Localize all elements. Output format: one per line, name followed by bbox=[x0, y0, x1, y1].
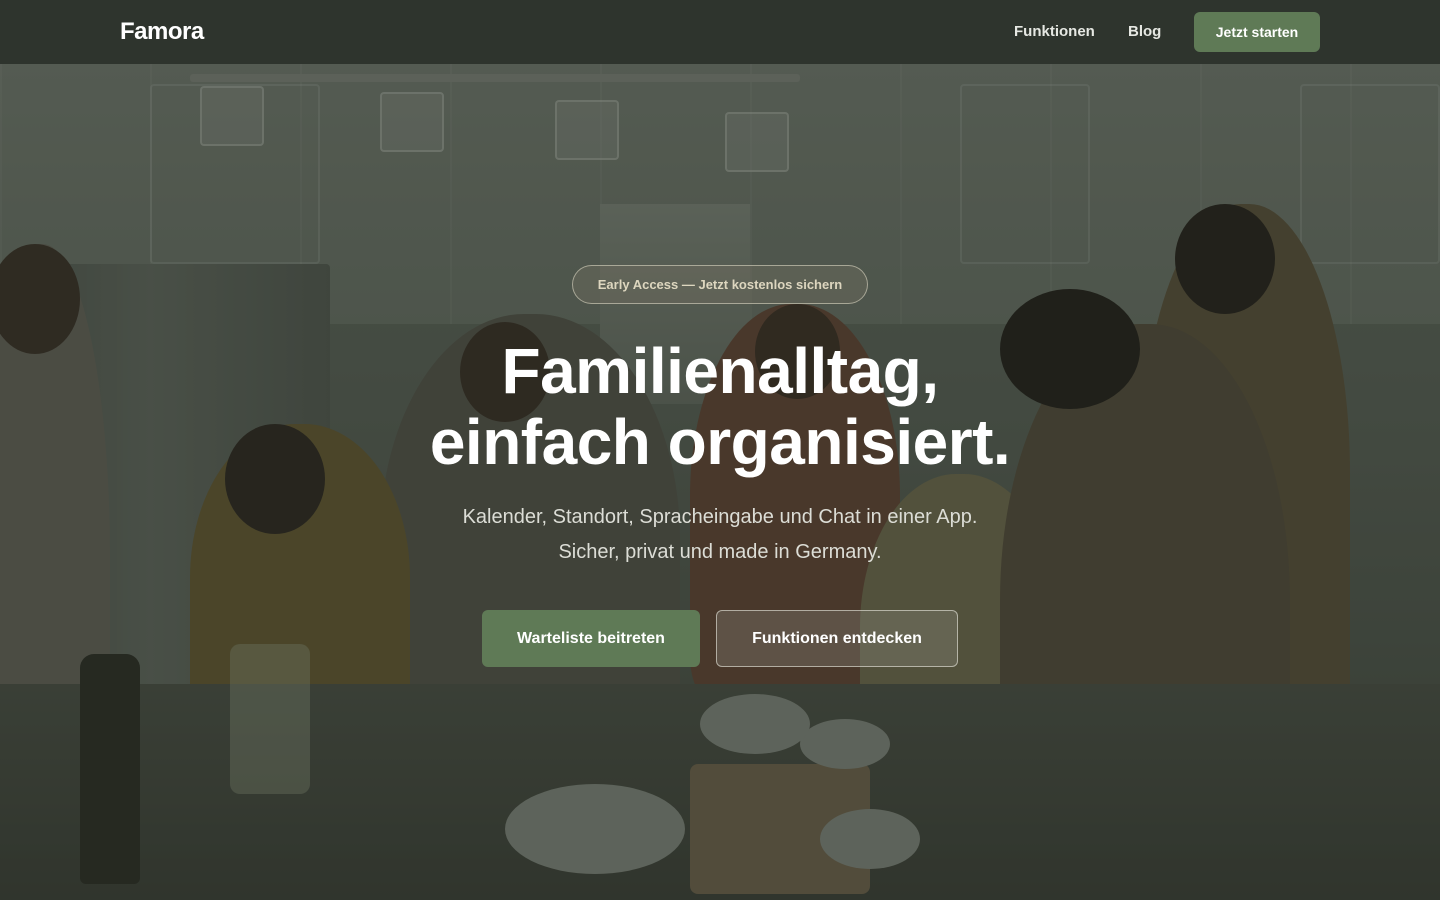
landing-page: Famora Funktionen Blog Jetzt starten Ear… bbox=[0, 0, 1440, 900]
headline-line-2: einfach organisiert. bbox=[429, 406, 1011, 478]
headline-line-1: Familienalltag, bbox=[501, 335, 939, 407]
brand-logo[interactable]: Famora bbox=[120, 18, 204, 46]
hero-subline-1: Kalender, Standort, Spracheingabe und Ch… bbox=[462, 506, 978, 528]
header-cta-button[interactable]: Jetzt starten bbox=[1194, 12, 1320, 52]
discover-features-button[interactable]: Funktionen entdecken bbox=[716, 610, 958, 667]
hero-headline: Familienalltag, einfach organisiert. bbox=[320, 336, 1120, 478]
early-access-badge: Early Access — Jetzt kostenlos sichern bbox=[572, 265, 868, 304]
nav-link-blog[interactable]: Blog bbox=[1128, 23, 1161, 40]
hero-content: Early Access — Jetzt kostenlos sichern F… bbox=[0, 0, 1440, 900]
join-waitlist-button[interactable]: Warteliste beitreten bbox=[482, 610, 700, 667]
hero-subline-2: Sicher, privat und made in Germany. bbox=[558, 541, 882, 563]
nav-link-funktionen[interactable]: Funktionen bbox=[1014, 23, 1095, 40]
site-header: Famora Funktionen Blog Jetzt starten bbox=[0, 0, 1440, 64]
